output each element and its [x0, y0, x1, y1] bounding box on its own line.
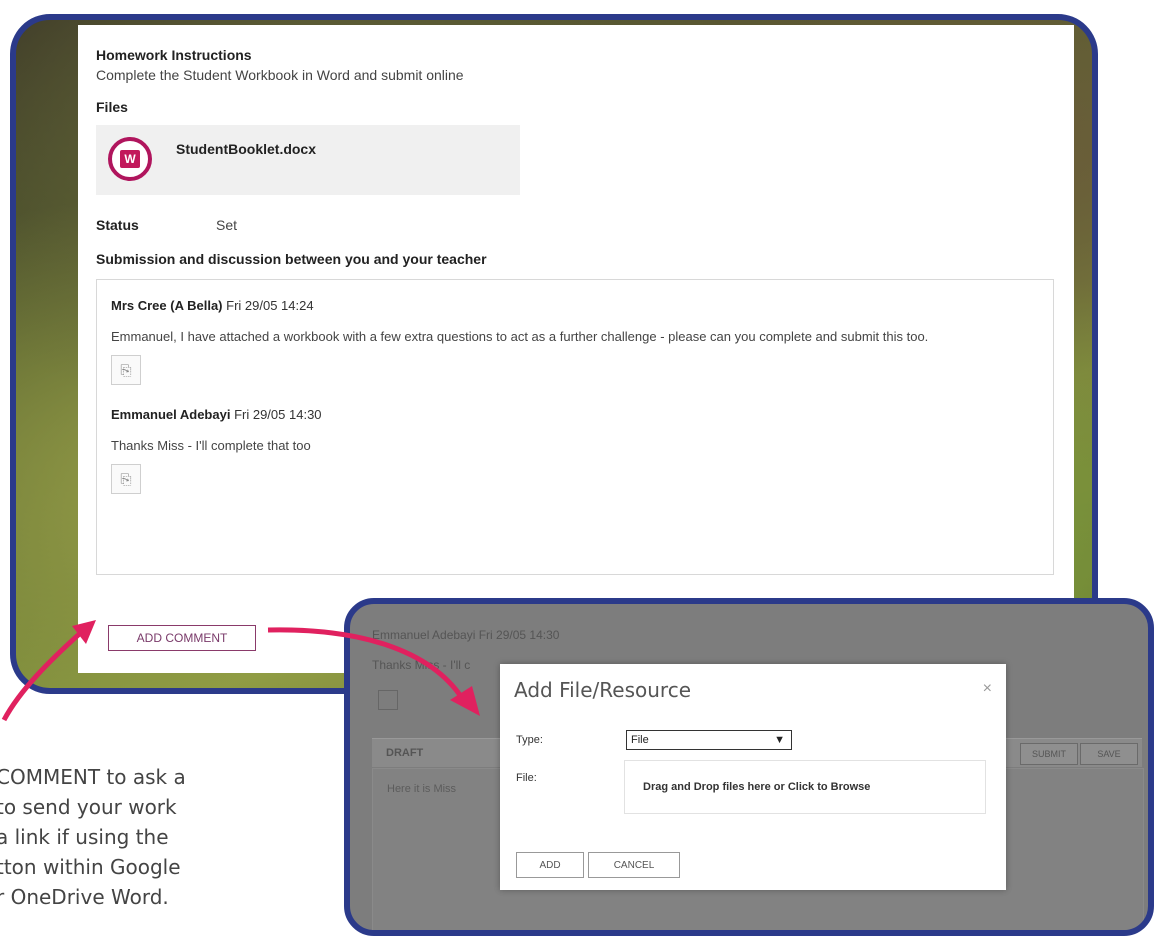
type-select[interactable]: File ▼ — [626, 730, 792, 750]
cancel-button[interactable]: CANCEL — [588, 852, 680, 878]
chevron-down-icon: ▼ — [774, 734, 785, 746]
draft-label: DRAFT — [386, 747, 424, 759]
homework-description: Complete the Student Workbook in Word an… — [96, 67, 464, 83]
caption-line: r OneDrive Word. — [0, 885, 169, 909]
file-name[interactable]: StudentBooklet.docx — [176, 141, 316, 157]
type-label: Type: — [516, 734, 543, 746]
message-author: Mrs Cree (A Bella) — [111, 298, 223, 313]
add-comment-button[interactable]: ADD COMMENT — [108, 625, 256, 651]
modal-title: Add File/Resource — [514, 678, 692, 702]
status-value: Set — [216, 217, 238, 233]
caption-line: a link if using the — [0, 825, 169, 849]
bg-message-header: Emmanuel Adebayi Fri 29/05 14:30 — [372, 628, 560, 642]
caption-line: to send your work — [0, 795, 177, 819]
attachment-icon[interactable]: ⎘ — [111, 464, 141, 494]
type-select-value: File — [631, 734, 649, 746]
file-card[interactable]: W StudentBooklet.docx — [96, 125, 520, 195]
files-label: Files — [96, 99, 128, 115]
save-button: SAVE — [1080, 743, 1138, 765]
message-header: Emmanuel Adebayi Fri 29/05 14:30 — [111, 407, 1039, 422]
list-item: Emmanuel Adebayi Fri 29/05 14:30 Thanks … — [111, 407, 1039, 494]
message-timestamp: Fri 29/05 14:30 — [234, 407, 322, 422]
message-author: Emmanuel Adebayi — [111, 407, 231, 422]
list-item: Mrs Cree (A Bella) Fri 29/05 14:24 Emman… — [111, 298, 1039, 385]
draft-text: Here it is Miss — [387, 783, 457, 795]
close-icon[interactable]: × — [983, 680, 992, 698]
message-text: Emmanuel, I have attached a workbook wit… — [111, 329, 929, 344]
add-file-screenshot-frame: Emmanuel Adebayi Fri 29/05 14:30 Thanks … — [344, 598, 1154, 936]
caption-text: COMMENT to ask a to send your work a lin… — [0, 762, 280, 912]
file-drop-zone[interactable]: Drag and Drop files here or Click to Bro… — [624, 760, 986, 814]
homework-title: Homework Instructions — [96, 47, 252, 63]
homework-panel: Homework Instructions Complete the Stude… — [78, 25, 1074, 673]
word-document-icon: W — [108, 137, 152, 181]
file-label: File: — [516, 772, 537, 784]
message-header: Mrs Cree (A Bella) Fri 29/05 14:24 — [111, 298, 1039, 313]
caption-line: COMMENT to ask a — [0, 765, 186, 789]
submit-button: SUBMIT — [1020, 743, 1078, 765]
attachment-icon[interactable]: ⎘ — [111, 355, 141, 385]
discussion-thread: Mrs Cree (A Bella) Fri 29/05 14:24 Emman… — [96, 279, 1054, 575]
status-row: Status Set — [96, 217, 1054, 233]
submission-title: Submission and discussion between you an… — [96, 251, 487, 267]
status-label: Status — [96, 217, 139, 233]
attachment-icon — [378, 690, 398, 710]
bg-message-text: Thanks Miss - I'll c — [372, 658, 471, 672]
add-button[interactable]: ADD — [516, 852, 584, 878]
message-timestamp: Fri 29/05 14:24 — [226, 298, 314, 313]
message-text: Thanks Miss - I'll complete that too — [111, 438, 311, 453]
add-file-modal: Add File/Resource × Type: File ▼ File: D… — [500, 664, 1006, 890]
caption-line: tton within Google — [0, 855, 181, 879]
homework-screenshot-frame: Homework Instructions Complete the Stude… — [10, 14, 1098, 694]
